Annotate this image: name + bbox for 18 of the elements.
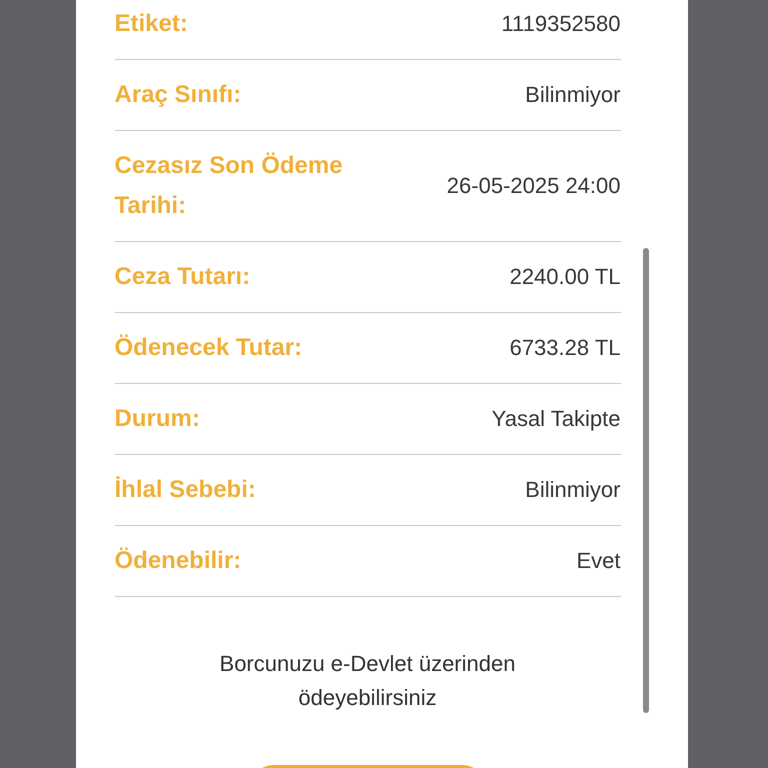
field-value: Yasal Takipte: [492, 405, 620, 433]
field-label: İhlal Sebebi:: [114, 475, 256, 505]
field-value: 6733.28 TL: [510, 334, 620, 362]
field-value: 26-05-2025 24:00: [446, 172, 620, 200]
field-value: Bilinmiyor: [525, 81, 620, 109]
scrollbar[interactable]: [642, 248, 648, 713]
field-value: Bilinmiyor: [525, 476, 620, 504]
field-label: Ödenecek Tutar:: [114, 333, 302, 363]
field-value: Evet: [576, 547, 620, 575]
field-label: Ceza Tutarı:: [114, 262, 250, 292]
field-label: Etiket:: [114, 9, 188, 39]
payment-note: Borcunuzu e-Devlet üzerinden ödeyebilirsiniz: [218, 650, 516, 712]
field-label: Ödenebilir:: [114, 546, 242, 576]
field-label: Araç Sınıfı:: [114, 80, 242, 110]
field-value: 1119352580: [501, 10, 620, 38]
field-label: Cezasız Son Ödeme Tarihi:: [114, 151, 344, 221]
field-label: Durum:: [114, 404, 200, 434]
field-value: 2240.00 TL: [510, 263, 620, 291]
